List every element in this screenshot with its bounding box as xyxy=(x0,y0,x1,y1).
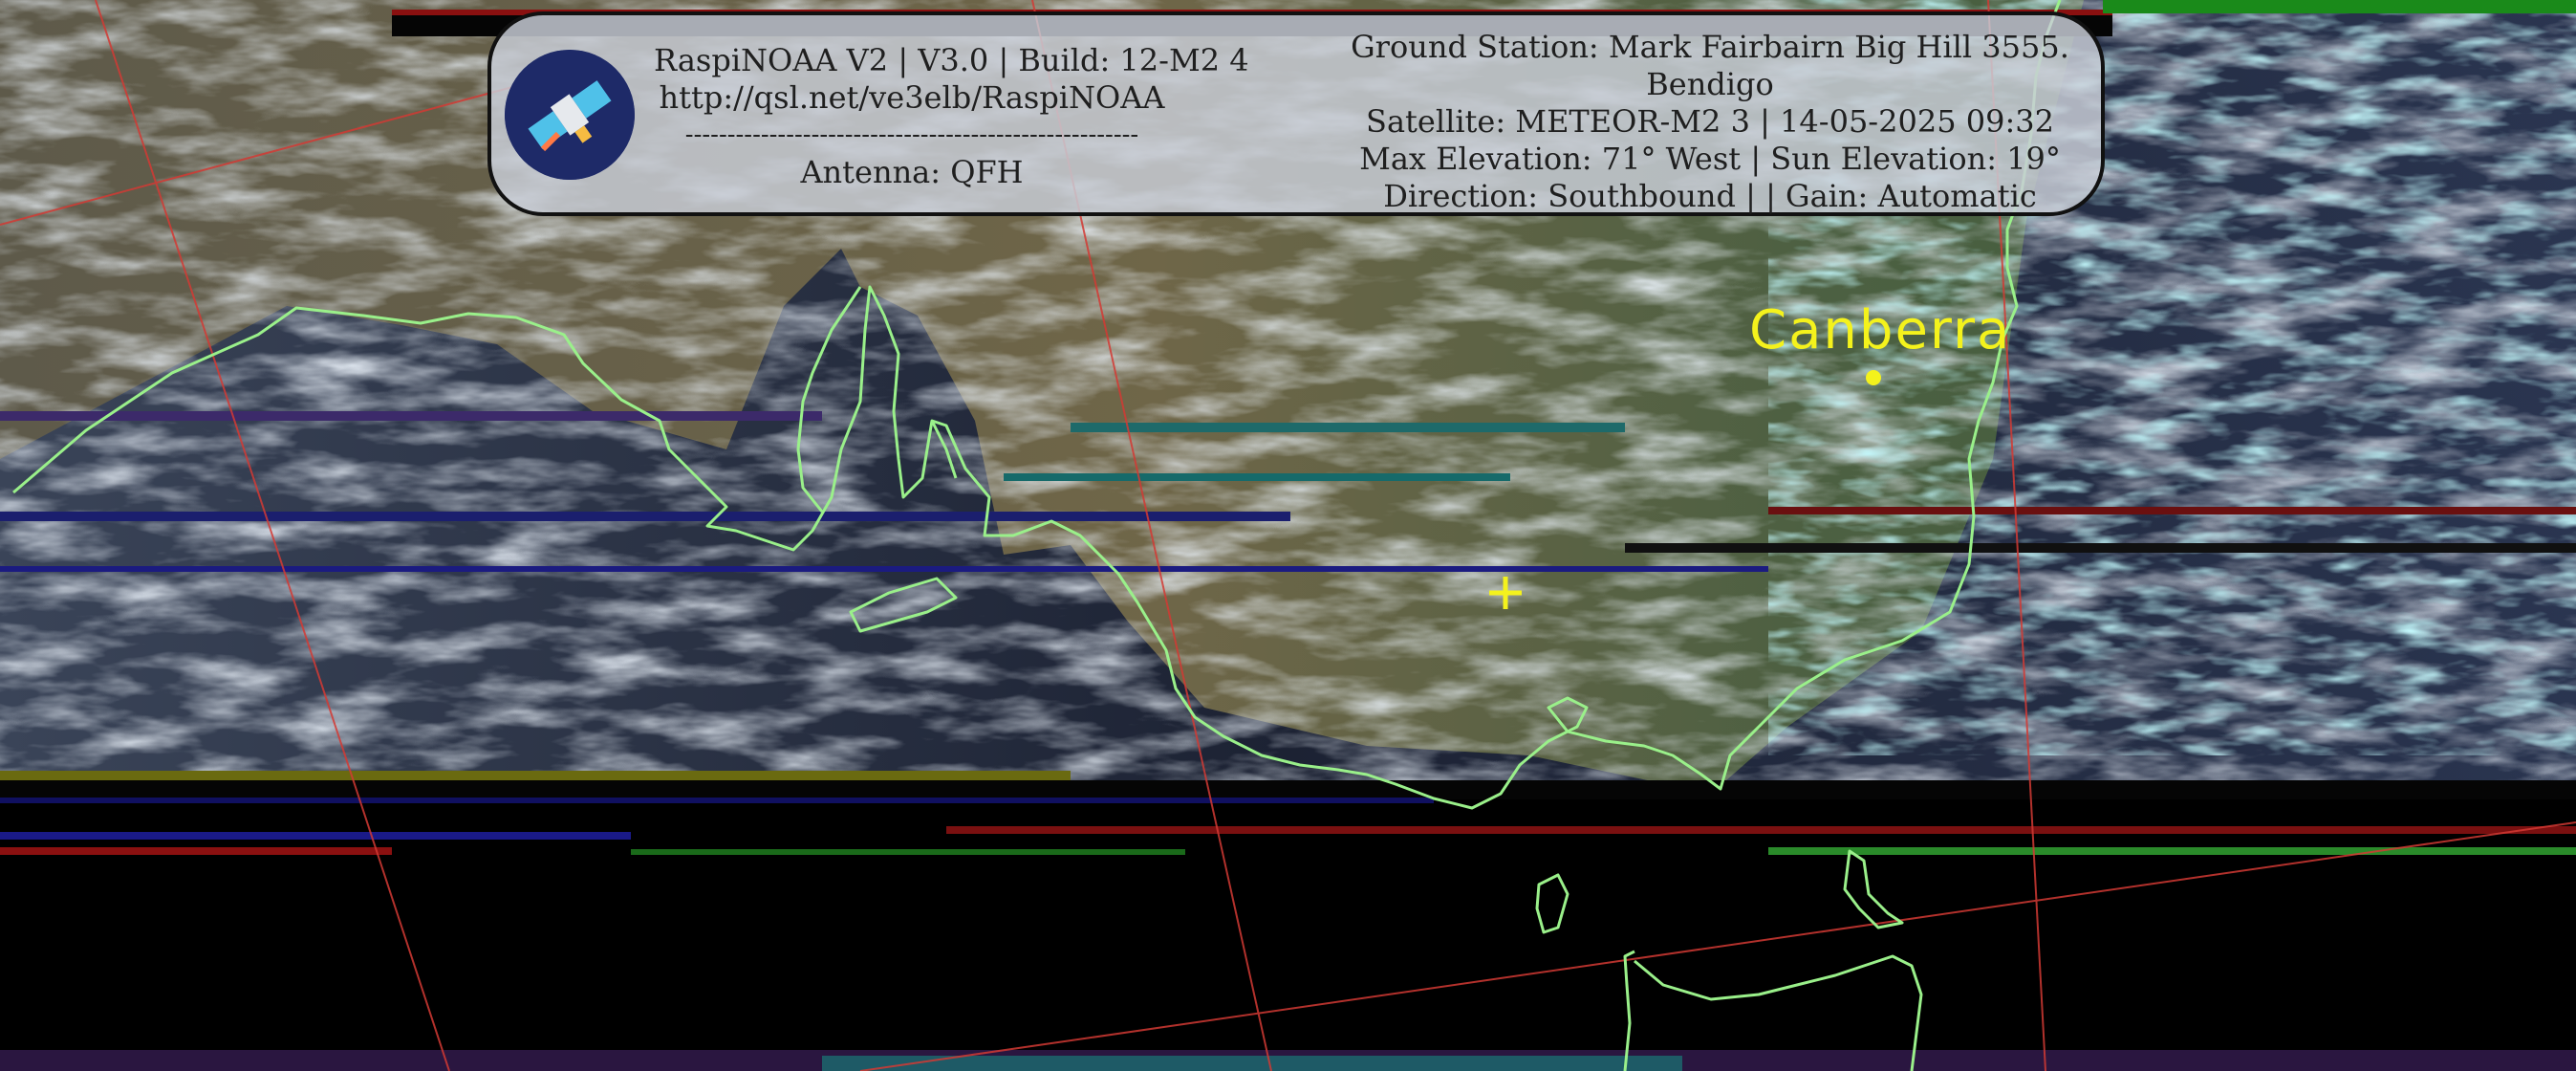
ground-station-text: Ground Station: Mark Fairbairn Big Hill … xyxy=(1351,29,2069,65)
ground-station-location: Bendigo xyxy=(1646,66,1774,102)
elevation-text: Max Elevation: 71° West | Sun Elevation:… xyxy=(1359,141,2061,177)
software-info: RaspiNOAA V2 | V3.0 | Build: 12-M2 4 htt… xyxy=(654,42,1249,191)
pass-details: Ground Station: Mark Fairbairn Big Hill … xyxy=(1332,29,2088,215)
city-marker xyxy=(1866,370,1881,385)
antenna-text: Antenna: QFH xyxy=(800,154,1024,190)
satellite-text: Satellite: METEOR-M2 3 | 14-05-2025 09:3… xyxy=(1366,103,2054,140)
city-label: Canberra xyxy=(1749,299,2012,361)
direction-text: Direction: Southbound | | Gain: Automati… xyxy=(1383,178,2037,214)
info-divider: ----------------------------------------… xyxy=(684,120,1139,149)
software-title: RaspiNOAA V2 | V3.0 | Build: 12-M2 4 xyxy=(654,42,1249,78)
pass-info-panel: RaspiNOAA V2 | V3.0 | Build: 12-M2 4 htt… xyxy=(487,11,2105,216)
software-url: http://qsl.net/ve3elb/RaspiNOAA xyxy=(659,79,1165,116)
satellite-icon xyxy=(505,50,635,180)
